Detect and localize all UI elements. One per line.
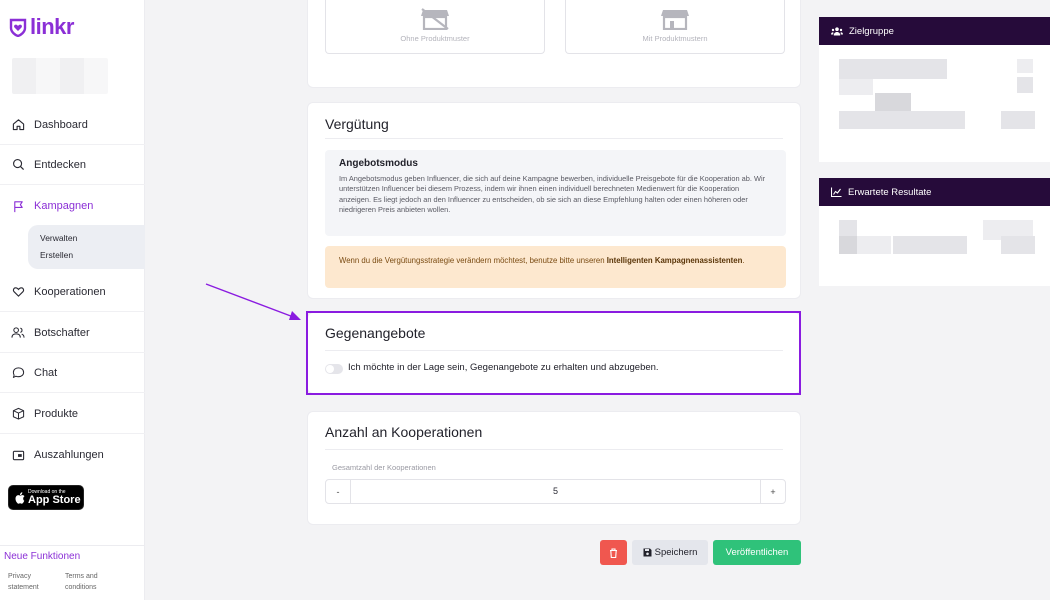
produktmuster-card: Ohne Produktmuster Mit Produktmustern [307, 0, 801, 88]
redacted-block [893, 236, 967, 254]
sidebar-item-label: Botschafter [34, 326, 90, 339]
erwartete-resultate-header[interactable]: Erwartete Resultate [819, 178, 1050, 206]
sidebar-item-label: Auszahlungen [34, 449, 104, 461]
erwartete-resultate-panel [819, 206, 1050, 286]
privacy-statement-link[interactable]: Privacy statement [8, 571, 39, 593]
sidebar-item-label: Kampagnen [34, 200, 94, 212]
sidebar-item-label: Kooperationen [34, 285, 106, 298]
kampagnen-subnav: Verwalten Erstellen [28, 225, 145, 269]
heart-icon [10, 284, 26, 300]
kampagnenassistent-link[interactable]: Intelligenten Kampagnenassistenten [607, 256, 743, 265]
subnav-erstellen[interactable]: Erstellen [40, 250, 145, 267]
publish-label: Veröffentlichen [725, 547, 789, 558]
floppy-disk-icon [643, 548, 652, 557]
sidebar-item-entdecken[interactable]: Entdecken [0, 145, 145, 185]
zielgruppe-panel [819, 45, 1050, 162]
gesamtzahl-label: Gesamtzahl der Kooperationen [332, 463, 436, 472]
redacted-block [1001, 236, 1035, 254]
apple-icon [15, 491, 25, 504]
redacted-block [839, 236, 857, 254]
wallet-icon [10, 447, 26, 463]
redacted-block [857, 236, 891, 254]
sidebar-item-produkte[interactable]: Produkte [0, 394, 145, 434]
warning-end: . [742, 256, 745, 265]
delete-button[interactable] [600, 540, 627, 565]
privacy-line-1: Privacy [8, 573, 31, 580]
box-icon [10, 406, 26, 422]
neue-funktionen-link[interactable]: Neue Funktionen [4, 551, 80, 562]
save-button[interactable]: Speichern [632, 540, 708, 565]
account-placeholder [12, 58, 108, 94]
angebotsmodus-text: Im Angebotsmodus geben Influencer, die s… [339, 174, 766, 215]
quantity-stepper: - 5 + [325, 479, 786, 504]
logo-text: linkr [30, 14, 74, 39]
users-icon [831, 26, 843, 35]
mit-produktmustern-option[interactable]: Mit Produktmustern [565, 0, 785, 54]
angebotsmodus-title: Angebotsmodus [339, 158, 418, 169]
app-store-badge[interactable]: Download on the App Store [8, 485, 84, 510]
zielgruppe-header[interactable]: Zielgruppe [819, 17, 1050, 45]
quantity-value[interactable]: 5 [350, 480, 761, 503]
terms-line-2: conditions [65, 584, 97, 591]
redacted-block [875, 93, 911, 111]
sidebar-item-label: Produkte [34, 407, 79, 420]
ohne-produktmuster-option[interactable]: Ohne Produktmuster [325, 0, 545, 54]
erwartete-resultate-title: Erwartete Resultate [848, 186, 932, 198]
verguetung-card: Vergütung Angebotsmodus Im Angebotsmodus… [307, 102, 801, 299]
chat-icon [10, 365, 26, 381]
redacted-block [1017, 77, 1033, 93]
subnav-verwalten[interactable]: Verwalten [40, 233, 145, 250]
sidebar-item-label: Entdecken [34, 158, 86, 171]
sidebar-item-kampagnen[interactable]: Kampagnen [0, 186, 145, 226]
sidebar-item-auszahlungen[interactable]: Auszahlungen [0, 435, 145, 475]
publish-button[interactable]: Veröffentlichen [713, 540, 801, 565]
redacted-block [839, 59, 947, 79]
angebotsmodus-info-box: Angebotsmodus Im Angebotsmodus geben Inf… [325, 150, 786, 236]
sidebar-item-label: Chat [34, 366, 58, 379]
search-icon [10, 157, 26, 173]
redacted-block [1001, 111, 1035, 129]
sidebar: linkr Dashboard Entdecken Kampagnen Verw… [0, 0, 145, 600]
mit-produktmustern-label: Mit Produktmustern [642, 34, 708, 43]
sidebar-item-dashboard[interactable]: Dashboard [0, 105, 145, 145]
terms-conditions-link[interactable]: Terms and conditions [65, 571, 98, 593]
redacted-block [839, 111, 965, 129]
annotation-arrow-icon [205, 283, 301, 320]
sidebar-item-botschafter[interactable]: Botschafter [0, 313, 145, 353]
sidebar-item-label: Dashboard [34, 118, 88, 131]
chart-icon [831, 187, 842, 197]
card-divider [325, 138, 783, 139]
ohne-produktmuster-label: Ohne Produktmuster [400, 34, 470, 43]
strategy-warning-box: Wenn du die Vergütungsstrategie veränder… [325, 246, 786, 288]
save-label: Speichern [654, 547, 698, 558]
privacy-line-2: statement [8, 584, 39, 591]
appstore-big-text: App Store [28, 493, 81, 506]
users-icon [10, 325, 26, 341]
sidebar-item-kooperationen[interactable]: Kooperationen [0, 272, 145, 312]
card-divider [325, 449, 783, 450]
store-icon [661, 10, 689, 30]
linkr-logo[interactable]: linkr [8, 14, 74, 40]
linkr-shield-icon [9, 18, 27, 37]
anzahl-kooperationen-card: Anzahl an Kooperationen Gesamtzahl der K… [307, 411, 801, 525]
store-crossed-icon [421, 8, 449, 30]
highlight-frame [306, 311, 801, 395]
home-icon [10, 117, 26, 133]
anzahl-title: Anzahl an Kooperationen [325, 424, 483, 440]
warning-text: Wenn du die Vergütungsstrategie veränder… [339, 256, 607, 265]
verguetung-title: Vergütung [325, 116, 389, 132]
trash-icon [610, 547, 617, 558]
flag-icon [10, 198, 26, 214]
redacted-block [839, 79, 873, 95]
redacted-block [1017, 59, 1033, 73]
zielgruppe-title: Zielgruppe [849, 25, 894, 37]
increment-button[interactable]: + [761, 480, 785, 503]
decrement-button[interactable]: - [326, 480, 350, 503]
sidebar-item-chat[interactable]: Chat [0, 353, 145, 393]
sidebar-footer-divider [0, 545, 145, 546]
terms-line-1: Terms and [65, 573, 98, 580]
